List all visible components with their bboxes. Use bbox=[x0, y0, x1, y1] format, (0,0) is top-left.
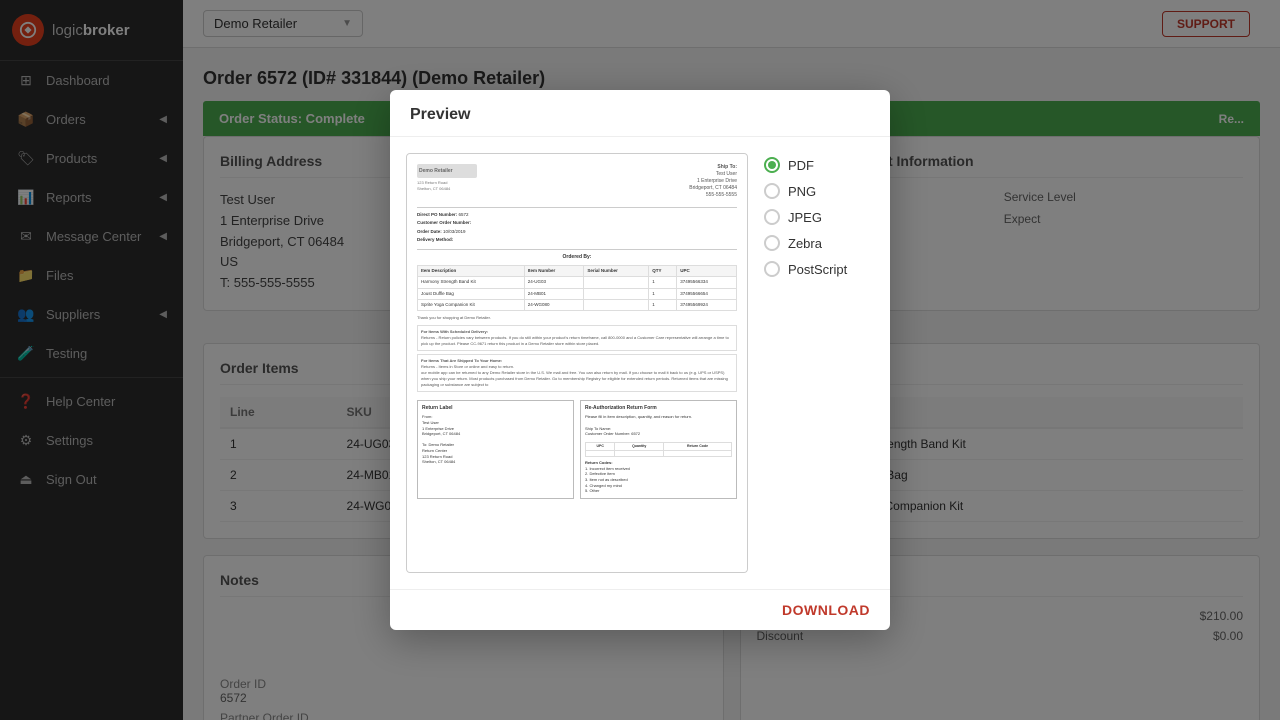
format-jpeg[interactable]: JPEG bbox=[764, 209, 874, 225]
modal-body: Demo Retailer 123 Return RoadShelton, CT… bbox=[390, 137, 890, 589]
png-radio[interactable] bbox=[764, 183, 780, 199]
format-postscript[interactable]: PostScript bbox=[764, 261, 874, 277]
format-options: PDF PNG JPEG Zebra PostScript bbox=[764, 153, 874, 573]
pdf-label: PDF bbox=[788, 158, 814, 173]
modal-title: Preview bbox=[390, 90, 890, 137]
pdf-radio[interactable] bbox=[764, 157, 780, 173]
png-label: PNG bbox=[788, 184, 816, 199]
format-pdf[interactable]: PDF bbox=[764, 157, 874, 173]
format-png[interactable]: PNG bbox=[764, 183, 874, 199]
preview-document: Demo Retailer 123 Return RoadShelton, CT… bbox=[407, 154, 747, 572]
jpeg-label: JPEG bbox=[788, 210, 822, 225]
zebra-label: Zebra bbox=[788, 236, 822, 251]
modal-footer: DOWNLOAD bbox=[390, 589, 890, 630]
postscript-label: PostScript bbox=[788, 262, 847, 277]
jpeg-radio[interactable] bbox=[764, 209, 780, 225]
preview-image-area: Demo Retailer 123 Return RoadShelton, CT… bbox=[406, 153, 748, 573]
download-button[interactable]: DOWNLOAD bbox=[782, 602, 870, 618]
format-zebra[interactable]: Zebra bbox=[764, 235, 874, 251]
postscript-radio[interactable] bbox=[764, 261, 780, 277]
preview-modal: Preview Demo Retailer 123 Return RoadShe… bbox=[390, 90, 890, 630]
zebra-radio[interactable] bbox=[764, 235, 780, 251]
modal-overlay[interactable]: Preview Demo Retailer 123 Return RoadShe… bbox=[0, 0, 1280, 720]
